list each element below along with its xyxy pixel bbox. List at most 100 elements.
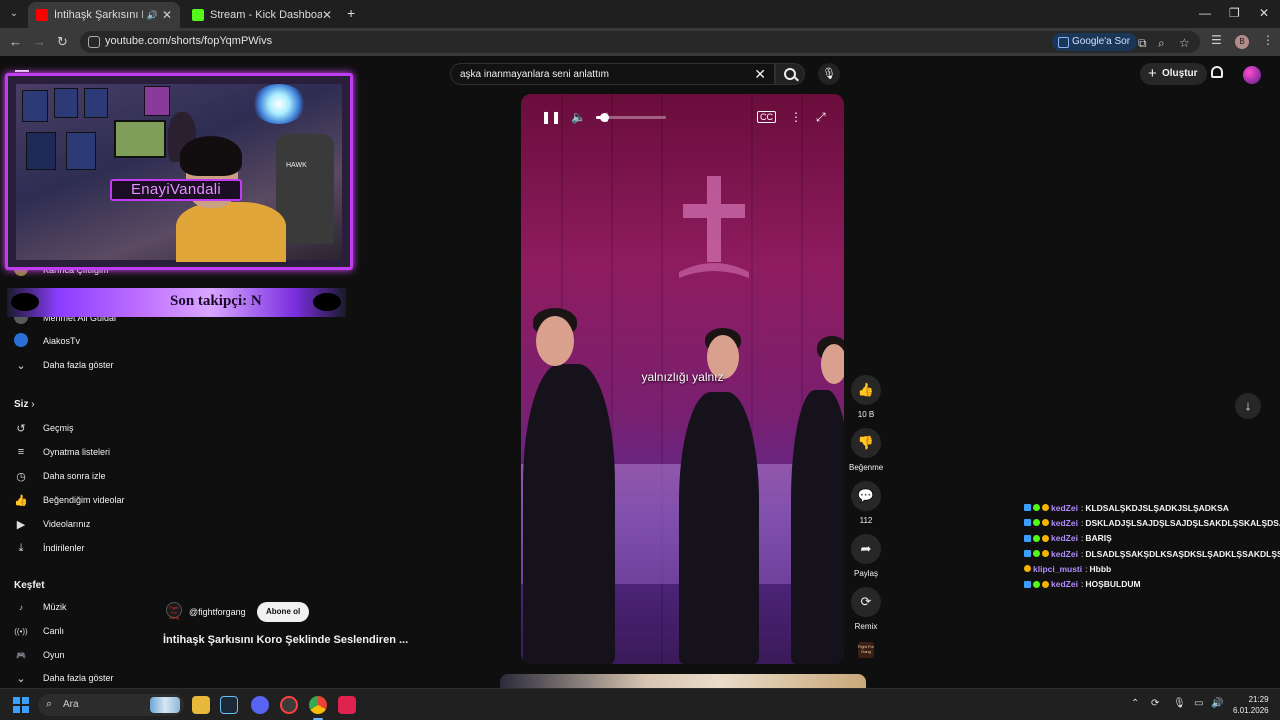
- sidebar-item-your-videos[interactable]: ▶ Videolarınız: [10, 514, 140, 534]
- speaker-icon[interactable]: 🔊: [1211, 698, 1223, 709]
- like-button[interactable]: 👍 10 B: [849, 375, 883, 419]
- captions-icon[interactable]: CC: [757, 111, 776, 123]
- search-button[interactable]: [775, 63, 805, 85]
- shorts-video-player[interactable]: yalnızlığı yalnız ❚❚ 🔈 ☝ CC ⋮ ⤢: [521, 94, 844, 664]
- forward-arrow-icon[interactable]: →: [33, 34, 46, 49]
- tab-youtube[interactable]: İntihaşk Şarkısını Koro Şekli 🔊 ✕: [28, 2, 180, 28]
- steam-icon[interactable]: [220, 696, 238, 714]
- comments-button[interactable]: 💬 112: [849, 481, 883, 525]
- minimize-icon[interactable]: —: [1199, 6, 1211, 20]
- chrome-icon[interactable]: [309, 696, 327, 720]
- sound-thumbnail[interactable]: Fight For Gang: [858, 642, 874, 658]
- chat-text: Hbbb: [1089, 563, 1112, 574]
- sidebar-item-history[interactable]: ↺ Geçmiş: [10, 418, 140, 438]
- singer-center: [679, 392, 759, 664]
- chat-message: kedZei: KLDSALŞKDJSLŞADKJSLŞADKSA: [1024, 500, 1280, 515]
- chat-username[interactable]: kedZei: [1051, 503, 1078, 513]
- chat-text: DLSADLŞSAKŞDLKSAŞDKSLŞADKLŞSAKDLŞSADKŞ: [1085, 548, 1280, 559]
- share-arrow-icon: ➦: [851, 534, 881, 564]
- sidebar-item-live[interactable]: ((•)) Canlı: [10, 621, 140, 641]
- clear-search-icon[interactable]: ✕: [754, 66, 766, 83]
- subscribe-button[interactable]: Abone ol: [257, 602, 310, 622]
- browser-menu-icon[interactable]: ⋮: [1262, 33, 1274, 47]
- google-ask-button[interactable]: Google'a Sor: [1052, 33, 1138, 51]
- file-explorer-icon[interactable]: [192, 696, 210, 714]
- tray-chevron-icon[interactable]: ⌃: [1131, 698, 1139, 709]
- zoom-icon[interactable]: ⌕: [1158, 36, 1165, 51]
- sidebar-item-music[interactable]: ♪ Müzik: [10, 597, 140, 617]
- more-options-icon[interactable]: ⋮: [790, 110, 802, 124]
- close-tab-icon[interactable]: ✕: [162, 8, 172, 22]
- voice-search-icon[interactable]: 🎙: [818, 63, 840, 85]
- bookmark-star-icon[interactable]: ☆: [1179, 36, 1190, 50]
- taskbar-search-placeholder: Ara: [63, 699, 79, 710]
- chat-separator: :: [1085, 563, 1088, 574]
- you-section-header[interactable]: Siz ›: [14, 399, 35, 410]
- discord-icon[interactable]: [251, 696, 269, 714]
- dislike-button[interactable]: 👎 Beğenme: [849, 428, 883, 472]
- mouse-cursor-icon: ☝: [601, 110, 609, 125]
- url-text[interactable]: youtube.com/shorts/fopYqmPWivs: [105, 35, 272, 47]
- create-button[interactable]: Oluştur: [1140, 63, 1207, 85]
- notifications-bell-icon[interactable]: [1211, 66, 1223, 78]
- gift-badge-icon: [1042, 519, 1049, 527]
- next-video-arrow-icon[interactable]: ↓: [1235, 393, 1261, 419]
- profile-avatar[interactable]: B: [1235, 35, 1249, 49]
- restore-icon[interactable]: ❐: [1229, 6, 1240, 20]
- tab-kick-dashboard[interactable]: Stream - Kick Dashboard ✕: [184, 2, 340, 28]
- app-icon[interactable]: [338, 696, 356, 714]
- close-tab-icon[interactable]: ✕: [322, 8, 332, 22]
- reload-icon[interactable]: ↻: [57, 34, 68, 50]
- next-short-preview[interactable]: [500, 674, 866, 688]
- verified-badge-icon: [1024, 519, 1031, 527]
- back-arrow-icon[interactable]: ←: [9, 34, 22, 49]
- sync-icon[interactable]: ⟳: [1151, 698, 1159, 709]
- sidebar-item-downloads[interactable]: ⤓ İndirilenler: [10, 538, 140, 558]
- new-tab-button[interactable]: +: [347, 5, 355, 21]
- sidebar-item-like[interactable]: 👍 Beğendiğim videolar: [10, 490, 140, 510]
- site-info-icon[interactable]: [88, 36, 100, 48]
- channel-handle[interactable]: @fightforgang: [189, 607, 246, 617]
- channel-avatar[interactable]: Fight For Gang: [166, 602, 182, 620]
- fullscreen-icon[interactable]: ⤢: [816, 110, 826, 125]
- share-button[interactable]: ➦ Paylaş: [849, 534, 883, 578]
- tab-search-chevron-icon[interactable]: ⌄: [6, 6, 22, 22]
- audio-playing-icon[interactable]: 🔊: [147, 10, 158, 21]
- video-title[interactable]: İntihaşk Şarkısını Koro Şeklinde Seslend…: [163, 634, 408, 646]
- tab-title: İntihaşk Şarkısını Koro Şekli: [54, 9, 143, 21]
- webcam-overlay: HAWK: [5, 73, 353, 270]
- mic-icon[interactable]: 🎙: [1173, 698, 1186, 709]
- monitor: [114, 120, 166, 158]
- obs-icon[interactable]: [280, 696, 298, 714]
- sub-badge-icon: [1033, 534, 1040, 542]
- cast-icon[interactable]: ⧉: [1138, 36, 1147, 51]
- show-more-explore[interactable]: ⌄ Daha fazla göster: [10, 668, 140, 688]
- sidebar-item-gaming[interactable]: 🎮 Oyun: [10, 645, 140, 665]
- remix-button[interactable]: ⟳ Remix: [849, 587, 883, 631]
- volume-icon[interactable]: 🔈: [571, 110, 586, 124]
- sidebar-item-playlists[interactable]: ≡ Oynatma listeleri: [10, 442, 140, 462]
- chat-username[interactable]: kedZei: [1051, 579, 1078, 589]
- chair-brand: HAWK: [286, 162, 307, 169]
- taskbar-search[interactable]: ⌕ Ara: [38, 694, 184, 716]
- reading-list-icon[interactable]: ☰: [1211, 33, 1222, 47]
- sidebar-channel-aiakostv[interactable]: AiakosTv: [10, 331, 140, 351]
- channel-avatar: [14, 332, 28, 347]
- account-avatar[interactable]: [1243, 66, 1261, 84]
- address-bar[interactable]: youtube.com/shorts/fopYqmPWivs Google'a …: [80, 31, 1200, 53]
- search-input[interactable]: aşka inanmayanlara seni anlattım ✕: [450, 63, 775, 85]
- clock-time: 21:29: [1248, 695, 1269, 704]
- chat-username[interactable]: kedZei: [1051, 549, 1078, 559]
- windows-start-icon[interactable]: [13, 697, 29, 713]
- search-query-text[interactable]: aşka inanmayanlara seni anlattım: [460, 69, 609, 80]
- chat-username[interactable]: kedZei: [1051, 518, 1078, 528]
- show-more-subscriptions[interactable]: ⌄ Daha fazla göster: [10, 355, 140, 375]
- chat-username[interactable]: kedZei: [1051, 533, 1078, 543]
- chat-username[interactable]: klipci_musti: [1033, 564, 1082, 574]
- display-icon[interactable]: ▭: [1194, 698, 1203, 709]
- pause-icon[interactable]: ❚❚: [541, 110, 561, 124]
- chevron-down-icon: ⌄: [16, 359, 26, 372]
- close-window-icon[interactable]: ✕: [1259, 6, 1269, 20]
- taskbar-clock[interactable]: 21:29 6.01.2026: [1233, 694, 1269, 716]
- sidebar-item-watch-later[interactable]: ◷ Daha sonra izle: [10, 466, 140, 486]
